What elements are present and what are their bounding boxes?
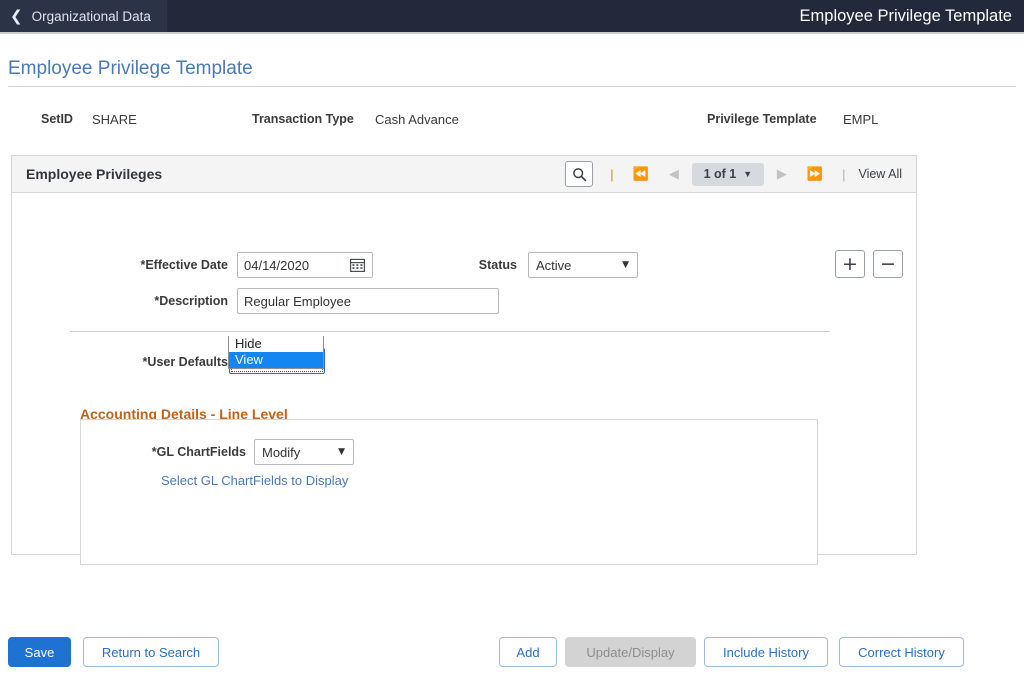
privilege-template-label: Privilege Template <box>707 112 817 126</box>
save-button[interactable]: Save <box>8 637 71 667</box>
transaction-type-value: Cash Advance <box>375 112 459 127</box>
add-button[interactable]: Add <box>499 637 557 667</box>
description-label: *Description <box>154 294 228 308</box>
return-to-search-button[interactable]: Return to Search <box>83 637 219 667</box>
chevron-left-icon: ❮ <box>10 6 23 25</box>
view-all-link[interactable]: View All <box>854 167 908 181</box>
pager-divider-right: | <box>842 166 846 182</box>
gl-chartfields-label: *GL ChartFields <box>151 445 246 459</box>
user-defaults-option-hide[interactable]: Hide <box>229 336 323 352</box>
page-title-divider <box>8 86 1016 87</box>
status-label: Status <box>478 258 517 272</box>
chevron-down-icon: ▼ <box>622 260 629 270</box>
row-pager: | ⏪ ◀ 1 of 1 ▼ ▶ ⏩ | View All <box>565 156 908 192</box>
privilege-template-value: EMPL <box>843 112 879 127</box>
employee-privileges-panel: Employee Privileges | ⏪ ◀ 1 of 1 ▼ ▶ ⏩ |… <box>11 155 917 565</box>
page-title: Employee Privilege Template <box>8 58 253 79</box>
description-input[interactable] <box>237 288 499 314</box>
update-display-button: Update/Display <box>565 637 696 667</box>
panel-title: Employee Privileges <box>26 166 163 182</box>
add-row-button[interactable]: + <box>835 250 865 278</box>
top-navigation-bar: ❮ Organizational Data Employee Privilege… <box>0 0 1024 32</box>
minus-icon: − <box>880 252 896 275</box>
calendar-icon[interactable] <box>350 258 366 272</box>
gl-chartfields-dropdown-value: Modify <box>262 444 301 460</box>
chevron-down-icon: ▼ <box>338 447 345 457</box>
app-header-title: Employee Privilege Template <box>799 7 1012 25</box>
section-divider <box>70 331 830 332</box>
setid-label: SetID <box>41 112 73 126</box>
select-gl-chartfields-link[interactable]: Select GL ChartFields to Display <box>161 473 348 488</box>
page-indicator[interactable]: 1 of 1 ▼ <box>691 162 764 186</box>
previous-page-icon[interactable]: ◀ <box>659 168 689 181</box>
include-history-button[interactable]: Include History <box>704 637 828 667</box>
user-defaults-option-list: Hide View <box>228 336 324 369</box>
correct-history-button[interactable]: Correct History <box>839 637 964 667</box>
last-page-icon[interactable]: ⏩ <box>797 168 833 181</box>
user-defaults-label: *User Defaults <box>142 355 228 369</box>
breadcrumb-label: Organizational Data <box>31 8 151 24</box>
status-dropdown-value: Active <box>536 257 572 273</box>
panel-header: Employee Privileges | ⏪ ◀ 1 of 1 ▼ ▶ ⏩ |… <box>12 156 916 193</box>
setid-value: SHARE <box>92 112 137 127</box>
chevron-down-icon: ▼ <box>743 169 753 179</box>
effective-date-label: *Effective Date <box>140 258 228 272</box>
breadcrumb-organizational-data[interactable]: ❮ Organizational Data <box>0 0 167 32</box>
panel-body: *Effective Date Status Active ▼ <box>12 193 916 565</box>
pager-divider-left: | <box>610 166 614 182</box>
user-defaults-option-view[interactable]: View <box>229 352 323 368</box>
search-icon[interactable] <box>565 161 594 187</box>
topbar-divider <box>0 32 1024 34</box>
plus-icon: + <box>842 252 858 275</box>
delete-row-button[interactable]: − <box>873 250 903 278</box>
accounting-details-box: *GL ChartFields Modify ▼ Select GL Chart… <box>80 419 818 565</box>
transaction-type-label: Transaction Type <box>252 112 354 126</box>
page-indicator-label: 1 of 1 <box>703 167 737 181</box>
status-dropdown[interactable]: Active ▼ <box>528 252 638 278</box>
next-page-icon[interactable]: ▶ <box>767 168 797 181</box>
first-page-icon[interactable]: ⏪ <box>623 168 659 181</box>
key-field-row: SetID SHARE Transaction Type Cash Advanc… <box>0 112 1024 130</box>
gl-chartfields-dropdown[interactable]: Modify ▼ <box>254 439 354 465</box>
